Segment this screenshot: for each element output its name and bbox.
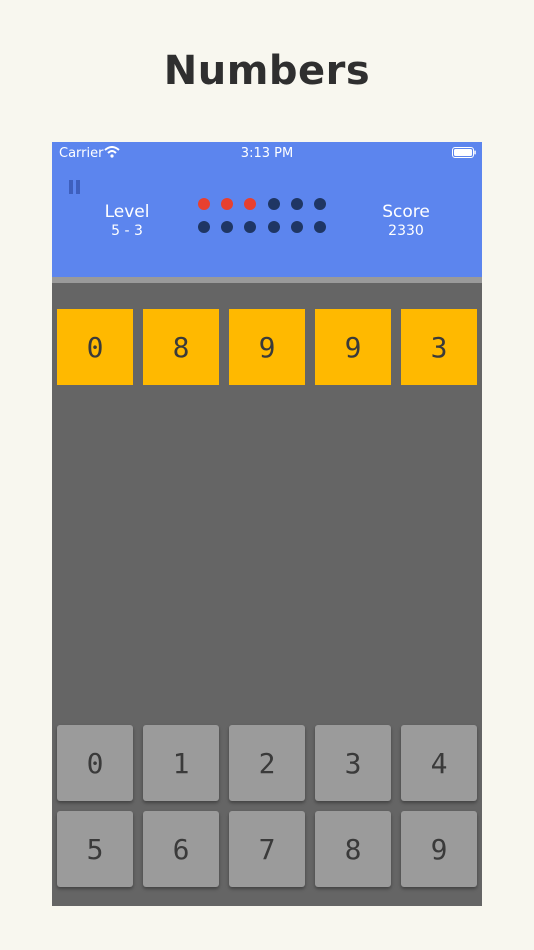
progress-dot-empty: [290, 221, 303, 233]
keypad-key-7[interactable]: 7: [229, 811, 305, 887]
progress-dot-empty: [244, 221, 257, 233]
sequence-digit-tile: 9: [315, 309, 391, 385]
level-value: 5 - 3: [111, 223, 143, 239]
clock: 3:13 PM: [240, 146, 294, 161]
keypad-key-5[interactable]: 5: [57, 811, 133, 887]
keypad-key-2[interactable]: 2: [229, 725, 305, 801]
sequence-digit-tile: 3: [401, 309, 477, 385]
sequence-digit-tile: 0: [57, 309, 133, 385]
battery-icon: [452, 147, 476, 158]
progress-dot-empty: [314, 221, 326, 233]
pause-icon[interactable]: [69, 180, 83, 194]
game-screen: Carrier 3:13 PM Level 5 - 3 Score 2330 0…: [52, 142, 482, 906]
status-bar: Carrier 3:13 PM: [52, 142, 482, 164]
game-header: Carrier 3:13 PM Level 5 - 3 Score 2330: [52, 142, 482, 278]
sequence-digit-tile: 9: [229, 309, 305, 385]
score-label: Score: [382, 202, 430, 222]
progress-dot-empty: [221, 221, 234, 233]
progress-dot-empty: [290, 198, 303, 210]
score-value: 2330: [388, 223, 424, 239]
keypad-key-1[interactable]: 1: [143, 725, 219, 801]
progress-dot-filled: [198, 198, 210, 210]
progress-dot-empty: [267, 198, 280, 210]
keypad-key-3[interactable]: 3: [315, 725, 391, 801]
page-title: Numbers: [163, 48, 371, 94]
level-label: Level: [104, 202, 150, 222]
keypad-key-9[interactable]: 9: [401, 811, 477, 887]
progress-dot-filled: [221, 198, 234, 210]
progress-dot-filled: [244, 198, 257, 210]
keypad-key-8[interactable]: 8: [315, 811, 391, 887]
progress-dot-empty: [267, 221, 280, 233]
header-divider: [52, 277, 482, 283]
progress-dots: [198, 198, 338, 240]
progress-dot-empty: [198, 221, 210, 233]
sequence-digit-tile: 8: [143, 309, 219, 385]
keypad-key-0[interactable]: 0: [57, 725, 133, 801]
progress-dot-empty: [314, 198, 326, 210]
keypad-key-6[interactable]: 6: [143, 811, 219, 887]
keypad-key-4[interactable]: 4: [401, 725, 477, 801]
